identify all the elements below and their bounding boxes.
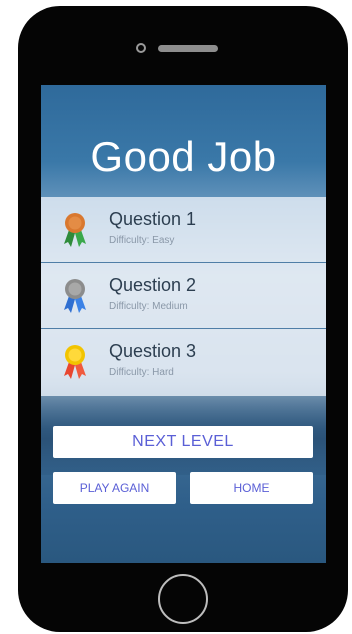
list-item: Question 1 Difficulty: Easy bbox=[41, 197, 326, 263]
app-screen: Good Job Question 1 Difficulty: Easy Que… bbox=[41, 85, 326, 563]
list-item: Question 2 Difficulty: Medium bbox=[41, 263, 326, 329]
question-difficulty: Difficulty: Medium bbox=[109, 301, 188, 312]
question-difficulty: Difficulty: Hard bbox=[109, 367, 174, 378]
home-button[interactable]: HOME bbox=[190, 472, 313, 504]
bronze-medal-icon bbox=[64, 213, 86, 247]
speaker-grille bbox=[158, 45, 218, 52]
silver-medal-icon bbox=[64, 279, 86, 313]
question-list: Question 1 Difficulty: Easy Question 2 D… bbox=[41, 197, 326, 396]
gold-medal-icon bbox=[64, 345, 86, 379]
next-level-button[interactable]: NEXT LEVEL bbox=[53, 426, 313, 458]
question-title: Question 3 bbox=[109, 341, 197, 361]
play-again-button[interactable]: PLAY AGAIN bbox=[53, 472, 176, 504]
front-camera bbox=[136, 43, 146, 53]
page-title: Good Job bbox=[90, 133, 277, 180]
question-title: Question 2 bbox=[109, 275, 197, 295]
question-difficulty: Difficulty: Easy bbox=[109, 235, 175, 246]
question-title: Question 1 bbox=[109, 209, 197, 229]
phone-home-button[interactable] bbox=[158, 574, 208, 624]
list-item: Question 3 Difficulty: Hard bbox=[41, 329, 326, 396]
